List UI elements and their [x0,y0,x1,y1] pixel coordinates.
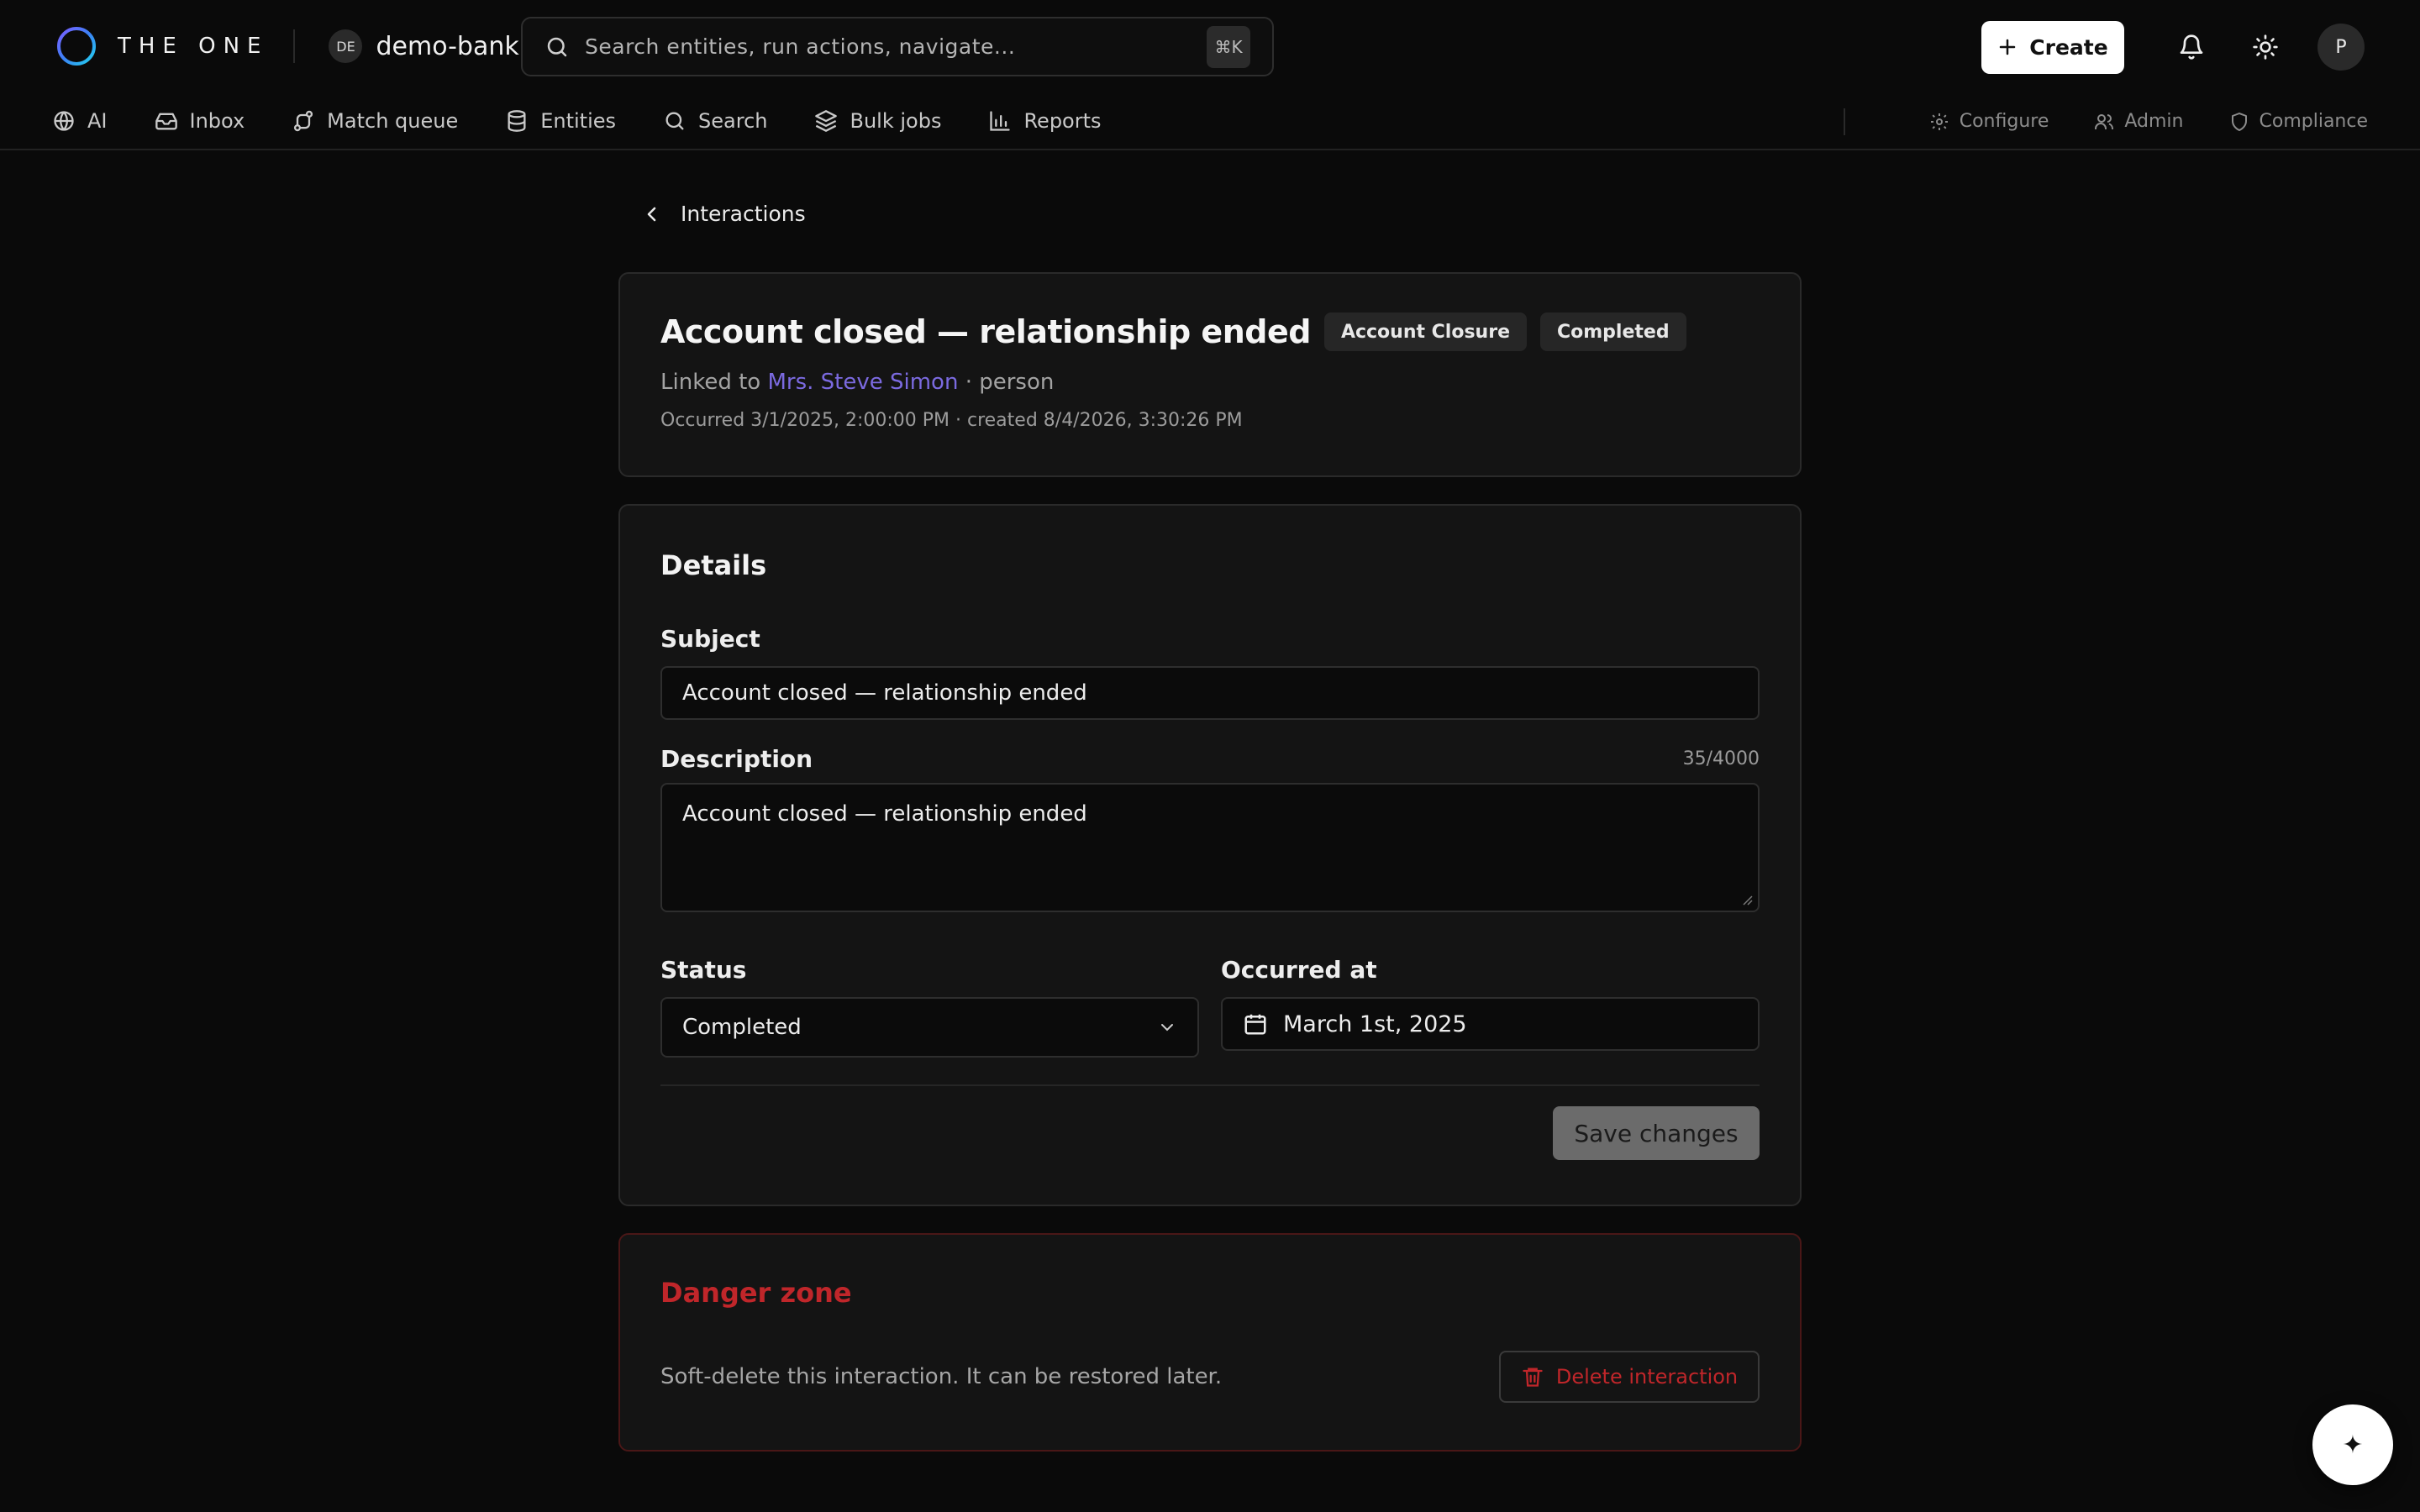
gear-icon [1930,113,1948,130]
divider [293,29,296,63]
nav-item-label: Search [698,108,768,133]
top-bar: THE ONE DE demo-bank Search entities, ru… [0,0,2420,92]
chevron-left-icon [647,207,656,221]
type-badge: Account Closure [1323,312,1527,351]
linked-prefix: Linked to [660,370,761,395]
tenant-badge: DE [329,29,363,63]
user-avatar[interactable]: P [2317,24,2365,71]
bell-icon [2180,34,2203,60]
nav-item-label: Reports [1023,108,1102,133]
save-changes-button[interactable]: Save changes [1553,1106,1760,1160]
route-icon [294,110,313,131]
description-label: Description [660,745,813,773]
database-icon [508,109,526,132]
globe-icon [54,110,74,131]
description-counter: 35/4000 [1682,748,1760,769]
nav-item-inbox[interactable]: Inbox [155,109,245,133]
status-select[interactable]: Completed [660,997,1199,1058]
interaction-header-card: Account closed — relationship ended Acco… [618,272,1802,477]
tenant-name: demo-bank [376,31,519,61]
nav-item-label: Admin [2124,111,2184,132]
nav-item-label: Match queue [327,108,459,133]
status-label: Status [660,956,747,984]
notifications-button[interactable] [2165,20,2218,74]
brand-name: THE ONE [118,34,269,59]
search-icon [666,112,684,129]
nav-item-admin[interactable]: Admin [2094,111,2184,132]
nav-item-compliance[interactable]: Compliance [2229,111,2369,132]
back-link-label: Interactions [681,202,806,226]
details-card: Details Subject Account closed — relatio… [618,504,1802,1206]
nav-item-ai[interactable]: AI [52,109,108,133]
nav-item-label: AI [87,108,108,133]
nav-item-entities[interactable]: Entities [505,109,616,133]
linked-entity-link[interactable]: Mrs. Steve Simon [767,370,958,395]
danger-zone-title: Danger zone [660,1277,852,1309]
resize-handle-icon[interactable] [1741,894,1753,906]
search-icon [547,37,567,56]
details-title: Details [660,549,767,581]
nav-item-label: Bulk jobs [850,108,942,133]
command-search-input[interactable]: Search entities, run actions, navigate..… [521,17,1274,76]
secondary-nav: Configure Admin Compliance [1843,92,2369,150]
nav-item-reports[interactable]: Reports [988,108,1102,133]
description-field[interactable]: Account closed — relationship ended [660,783,1760,912]
nav-item-bulk-jobs[interactable]: Bulk jobs [814,109,941,133]
nav-item-label: Entities [540,108,617,133]
chevron-down-icon [1161,1024,1173,1032]
back-link[interactable]: Interactions [644,202,806,226]
interaction-meta: Occurred 3/1/2025, 2:00:00 PM · created … [660,410,1243,431]
nav-item-configure[interactable]: Configure [1929,111,2049,132]
subject-field[interactable]: Account closed — relationship ended [660,666,1760,720]
create-button[interactable]: Create [1981,20,2124,74]
theme-toggle-button[interactable] [2238,20,2292,74]
divider [1843,108,1845,135]
subject-label: Subject [660,625,760,653]
shield-icon [2231,112,2247,131]
calendar-icon [1244,1014,1266,1035]
bar-chart-icon [990,110,1011,131]
brand-logo[interactable]: THE ONE [55,25,268,67]
sun-icon [2253,34,2278,60]
divider [660,1084,1760,1086]
linked-entity: Linked to Mrs. Steve Simon · person [660,370,1760,395]
inbox-icon [155,113,177,129]
trash-icon [1523,1368,1543,1387]
plus-icon [2000,39,2016,55]
nav-item-search[interactable]: Search [663,109,767,133]
sparkle-icon: ✦ [2342,1430,2364,1460]
users-icon [2095,113,2114,129]
nav-item-label: Inbox [189,108,245,133]
shortcut-hint: ⌘K [1207,25,1250,68]
linked-entity-type: · person [965,370,1055,395]
occurred-at-value: March 1st, 2025 [1283,1011,1467,1037]
danger-zone-card: Danger zone Soft-delete this interaction… [618,1233,1802,1452]
delete-interaction-button[interactable]: Delete interaction [1499,1351,1760,1403]
page-title: Account closed — relationship ended [660,313,1311,350]
nav-item-label: Compliance [2259,111,2369,132]
status-badge: Completed [1540,312,1686,351]
danger-zone-text: Soft-delete this interaction. It can be … [660,1364,1223,1389]
layers-icon [815,109,838,132]
tenant-switcher[interactable]: DE demo-bank [329,29,519,63]
main-nav: AI Inbox Match queue Entities Search Bul… [0,92,2420,150]
header-actions: Create P [1981,20,2365,74]
assistant-fab-button[interactable]: ✦ [2312,1404,2393,1485]
status-select-value: Completed [682,1015,802,1040]
nav-item-match-queue[interactable]: Match queue [292,109,458,133]
logo-ring-icon [57,27,96,66]
search-placeholder: Search entities, run actions, navigate..… [585,34,1016,59]
occurred-at-label: Occurred at [1221,956,1377,984]
occurred-at-date-picker[interactable]: March 1st, 2025 [1221,997,1760,1051]
delete-interaction-label: Delete interaction [1555,1365,1739,1389]
create-label: Create [2029,34,2108,60]
nav-item-label: Configure [1959,111,2049,132]
description-value: Account closed — relationship ended [682,801,1087,827]
